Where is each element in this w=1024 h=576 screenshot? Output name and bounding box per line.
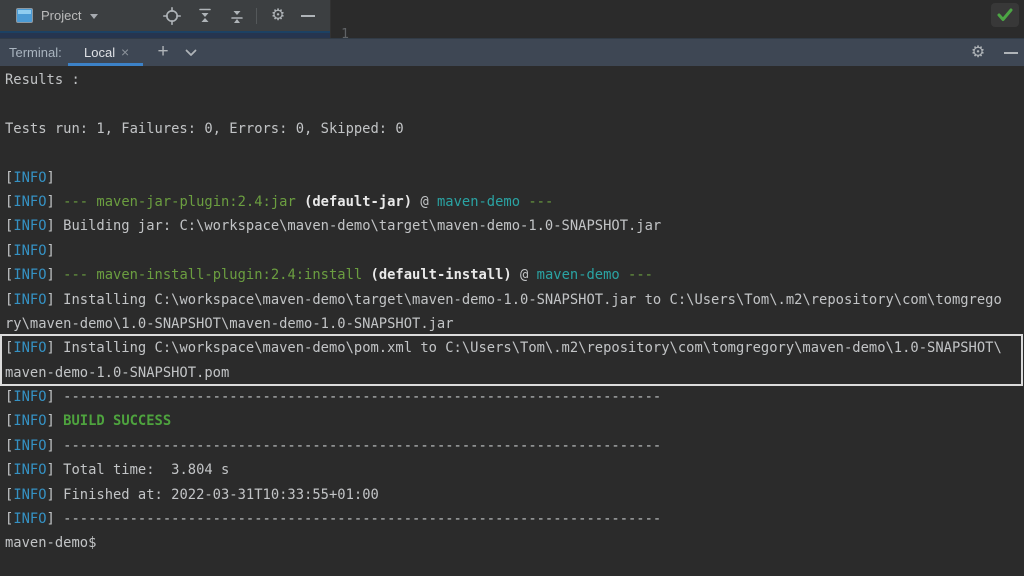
text-segment: INFO: [13, 292, 46, 308]
settings-gear-icon[interactable]: ⚙: [269, 7, 287, 25]
console-line: [INFO]: [0, 166, 1024, 190]
project-panel-header: Project ⚙: [0, 0, 330, 31]
text-segment: ry\maven-demo\1.0-SNAPSHOT\maven-demo-1.…: [5, 316, 454, 332]
text-segment: ]: [47, 413, 64, 429]
check-icon: [997, 8, 1013, 22]
text-segment: INFO: [13, 413, 46, 429]
text-segment: ] Building jar: C:\workspace\maven-demo\…: [47, 218, 662, 234]
text-segment: --- maven-install-plugin:2.4:install: [63, 267, 370, 283]
text-segment: ] --------------------------------------…: [47, 389, 662, 405]
text-segment: --- maven-jar-plugin:2.4:jar: [63, 194, 304, 210]
text-segment: Results :: [5, 72, 80, 88]
text-segment: maven-demo$: [5, 535, 96, 551]
text-segment: ] --------------------------------------…: [47, 511, 662, 527]
text-segment: @: [512, 267, 537, 283]
chevron-down-icon[interactable]: [185, 49, 197, 57]
text-segment: INFO: [13, 438, 46, 454]
text-segment: INFO: [13, 170, 46, 186]
text-segment: ] Installing C:\workspace\maven-demo\tar…: [47, 292, 1002, 308]
inspections-status-badge[interactable]: [991, 3, 1019, 27]
editor-area[interactable]: 1 <?xml version="1.0" encoding="UTF-8"?>…: [330, 0, 1024, 38]
collapse-all-icon[interactable]: [228, 7, 246, 25]
toolbar-separator: [256, 8, 257, 24]
console-line: [INFO] Total time: 3.804 s: [0, 458, 1024, 482]
chevron-down-icon[interactable]: [90, 14, 98, 19]
text-segment: INFO: [13, 511, 46, 527]
project-tool-window-icon: [16, 8, 33, 23]
console-line: [INFO] Building jar: C:\workspace\maven-…: [0, 214, 1024, 238]
text-segment: INFO: [13, 243, 46, 259]
console-line: [INFO] --- maven-jar-plugin:2.4:jar (def…: [0, 190, 1024, 214]
console-line: ry\maven-demo\1.0-SNAPSHOT\maven-demo-1.…: [0, 312, 1024, 336]
console-line: [INFO] BUILD SUCCESS: [0, 409, 1024, 433]
new-terminal-tab-button[interactable]: +: [153, 39, 173, 66]
project-panel-title[interactable]: Project: [41, 0, 81, 31]
console-line: [INFO]: [0, 239, 1024, 263]
console-line: [INFO] ---------------------------------…: [0, 385, 1024, 409]
hide-panel-minimize-icon[interactable]: [301, 15, 315, 17]
console-line: [INFO] Installing C:\workspace\maven-dem…: [0, 336, 1024, 360]
close-tab-icon[interactable]: ×: [121, 39, 129, 66]
text-segment: ]: [47, 243, 55, 259]
text-segment: ] Installing C:\workspace\maven-demo\pom…: [47, 340, 1002, 356]
console-line: [INFO] ---------------------------------…: [0, 507, 1024, 531]
console-line: maven-demo$: [0, 531, 1024, 555]
text-segment: INFO: [13, 267, 46, 283]
text-segment: (default-jar): [304, 194, 412, 210]
console-line: [INFO] Finished at: 2022-03-31T10:33:55+…: [0, 483, 1024, 507]
text-segment: ]: [47, 170, 55, 186]
text-segment: maven-demo: [537, 267, 620, 283]
text-segment: ---: [520, 194, 553, 210]
text-segment: ] --------------------------------------…: [47, 438, 662, 454]
terminal-tab-label: Local: [84, 39, 115, 66]
text-segment: @: [412, 194, 437, 210]
console-line: [0, 141, 1024, 165]
console-line: Tests run: 1, Failures: 0, Errors: 0, Sk…: [0, 117, 1024, 141]
console-line: [INFO] --- maven-install-plugin:2.4:inst…: [0, 263, 1024, 287]
hide-terminal-minimize-icon[interactable]: [1004, 52, 1018, 54]
text-segment: maven-demo: [437, 194, 520, 210]
terminal-tab-local[interactable]: Local ×: [68, 39, 143, 66]
terminal-console[interactable]: Results : Tests run: 1, Failures: 0, Erro…: [0, 66, 1024, 576]
project-tree-selection-strip: [0, 31, 330, 38]
text-segment: INFO: [13, 487, 46, 503]
text-segment: INFO: [13, 340, 46, 356]
terminal-panel-label: Terminal:: [9, 39, 62, 66]
text-segment: Tests run: 1, Failures: 0, Errors: 0, Sk…: [5, 121, 404, 137]
text-segment: INFO: [13, 218, 46, 234]
console-line: [INFO] Installing C:\workspace\maven-dem…: [0, 288, 1024, 312]
text-segment: (default-install): [371, 267, 512, 283]
text-segment: INFO: [13, 462, 46, 478]
text-segment: ---: [620, 267, 653, 283]
console-line: maven-demo-1.0-SNAPSHOT.pom: [0, 361, 1024, 385]
text-segment: BUILD SUCCESS: [63, 413, 171, 429]
expand-all-icon[interactable]: [196, 7, 214, 25]
terminal-toolbar: Terminal: Local × + ⚙: [0, 38, 1024, 66]
console-line: Results :: [0, 68, 1024, 92]
text-segment: ] Total time: 3.804 s: [47, 462, 230, 478]
console-line: [INFO] ---------------------------------…: [0, 434, 1024, 458]
console-line: [0, 92, 1024, 116]
text-segment: maven-demo-1.0-SNAPSHOT.pom: [5, 365, 229, 381]
terminal-settings-gear-icon[interactable]: ⚙: [969, 44, 987, 62]
text-segment: ]: [47, 267, 64, 283]
locate-file-icon[interactable]: [163, 7, 181, 25]
ide-window: Project ⚙ 1 <?xml version="1.0" en: [0, 0, 1024, 576]
text-segment: ]: [47, 194, 64, 210]
text-segment: INFO: [13, 194, 46, 210]
console-output: Results : Tests run: 1, Failures: 0, Erro…: [0, 68, 1024, 556]
text-segment: ] Finished at: 2022-03-31T10:33:55+01:00: [47, 487, 379, 503]
text-segment: INFO: [13, 389, 46, 405]
